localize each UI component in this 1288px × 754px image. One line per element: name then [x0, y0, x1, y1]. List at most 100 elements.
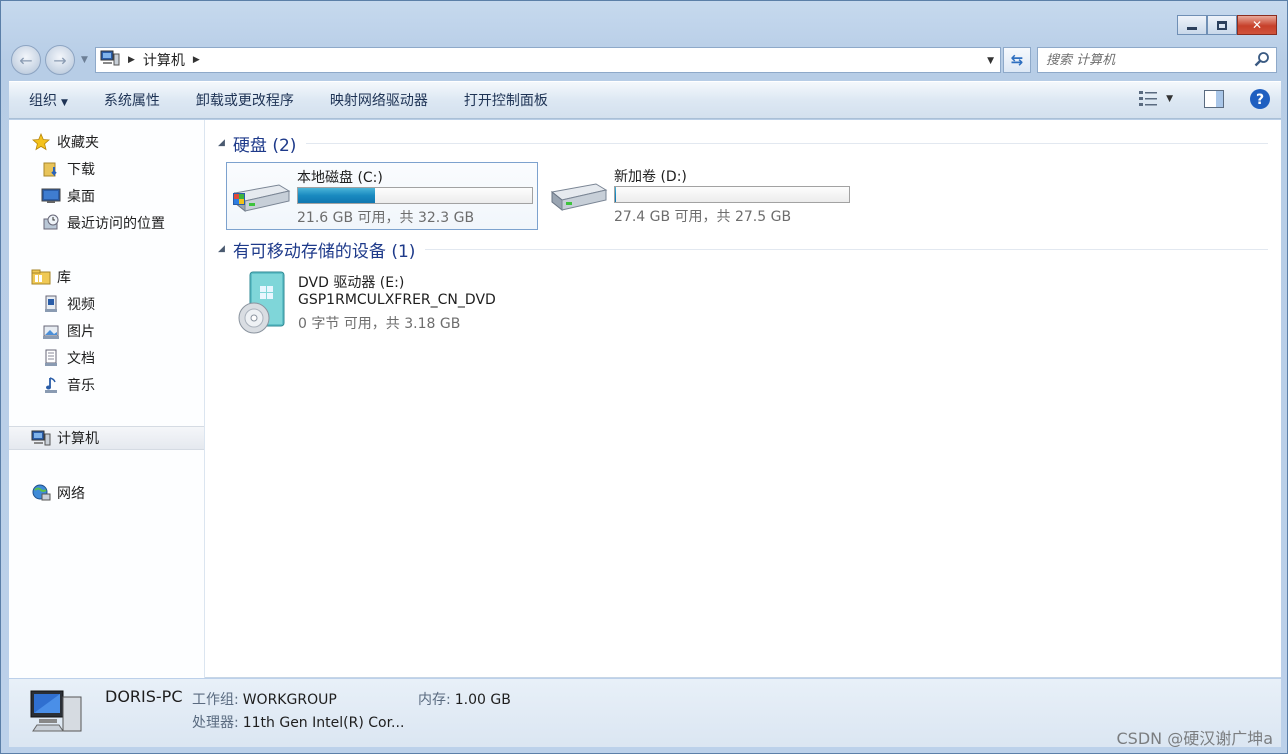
- sidebar-item-label: 网络: [57, 486, 85, 502]
- search-icon[interactable]: [1254, 51, 1270, 71]
- refresh-icon: ⇆: [1010, 51, 1024, 69]
- open-control-panel-button[interactable]: 打开控制面板: [446, 90, 566, 110]
- organize-menu[interactable]: 组织 ▼: [9, 90, 86, 110]
- sidebar-item-network[interactable]: 网络: [31, 481, 85, 505]
- memory-label: 内存:: [418, 692, 451, 708]
- address-dropdown-icon[interactable]: ▼: [987, 56, 994, 66]
- sidebar-item-computer[interactable]: 计算机: [9, 426, 204, 450]
- group-header-removable[interactable]: ◢ 有可移动存储的设备 (1): [218, 237, 1268, 262]
- sidebar-item-label: 文档: [67, 351, 95, 367]
- sidebar-item-label: 桌面: [67, 189, 95, 205]
- navigation-pane: 收藏夹 下载 桌面 最近访问的位置 库 视频 图片 文档 音乐 计算机 网络: [9, 120, 205, 678]
- sidebar-item-libraries[interactable]: 库: [31, 265, 71, 289]
- desktop-icon: [41, 187, 61, 205]
- dvd-drive-name: DVD 驱动器 (E:): [298, 275, 405, 291]
- drive-tile-d[interactable]: 新加卷 (D:) 27.4 GB 可用，共 27.5 GB: [544, 162, 856, 230]
- collapse-triangle-icon[interactable]: ◢: [218, 244, 225, 254]
- search-box: [1037, 47, 1277, 73]
- sidebar-item-label: 最近访问的位置: [67, 216, 165, 232]
- arrow-left-icon: ←: [19, 50, 33, 70]
- sidebar-item-label: 图片: [67, 324, 95, 340]
- group-header-hard-disks[interactable]: ◢ 硬盘 (2): [218, 131, 1268, 156]
- maximize-button[interactable]: [1207, 15, 1237, 35]
- drive-name: 新加卷 (D:): [614, 169, 687, 185]
- title-bar: ✕: [1, 1, 1287, 41]
- file-list: ◢ 硬盘 (2) 本地磁盘 (C:) 21.6 GB 可用，共 32.3 GB …: [206, 120, 1281, 678]
- details-pane: DORIS-PC 工作组: WORKGROUP 内存: 1.00 GB 处理器: 11…: [9, 679, 1281, 747]
- processor-info: 处理器: 11th Gen Intel(R) Cor...: [192, 712, 404, 732]
- back-button[interactable]: ←: [11, 45, 41, 75]
- hard-drive-icon: [548, 178, 608, 218]
- documents-icon: [41, 349, 61, 367]
- sidebar-item-documents[interactable]: 文档: [41, 346, 95, 370]
- sidebar-item-downloads[interactable]: 下载: [41, 157, 95, 181]
- help-icon: ?: [1250, 89, 1270, 109]
- breadcrumb-computer[interactable]: 计算机: [143, 50, 185, 70]
- close-button[interactable]: ✕: [1237, 15, 1277, 35]
- change-view-button[interactable]: [1138, 89, 1160, 109]
- drive-usage-fill: [298, 188, 376, 203]
- navigation-bar: ← → ▼ ▶ 计算机 ▶ ▼ ⇆: [9, 43, 1281, 77]
- sidebar-item-label: 库: [57, 270, 71, 286]
- sidebar-item-recent-places[interactable]: 最近访问的位置: [41, 211, 165, 235]
- address-bar[interactable]: ▶ 计算机 ▶ ▼: [95, 47, 1001, 73]
- watermark-text: CSDN @硬汉谢广坤a: [1116, 729, 1273, 748]
- pictures-icon: [41, 322, 61, 340]
- sidebar-item-label: 视频: [67, 297, 95, 313]
- dvd-volume-label: GSP1RMCULXFRER_CN_DVD: [298, 292, 496, 308]
- sidebar-item-videos[interactable]: 视频: [41, 292, 95, 316]
- uninstall-program-button[interactable]: 卸载或更改程序: [178, 90, 312, 110]
- computer-icon: [29, 687, 85, 739]
- group-divider: [425, 248, 1268, 250]
- recent-pages-dropdown[interactable]: ▼: [81, 55, 88, 65]
- downloads-folder-icon: [41, 160, 61, 178]
- computer-icon: [31, 429, 51, 447]
- help-button[interactable]: ?: [1249, 88, 1271, 110]
- minimize-icon: [1187, 26, 1197, 30]
- preview-pane-button[interactable]: [1203, 89, 1225, 109]
- arrow-right-icon: →: [53, 50, 67, 70]
- chevron-down-icon: ▼: [61, 98, 68, 108]
- forward-button[interactable]: →: [45, 45, 75, 75]
- drive-usage-bar: [297, 187, 533, 204]
- search-input[interactable]: [1046, 52, 1246, 68]
- sidebar-item-favorites[interactable]: 收藏夹: [31, 130, 99, 154]
- toolbar-right: ▼ ?: [1126, 88, 1271, 110]
- breadcrumb-chevron[interactable]: ▶: [193, 55, 200, 65]
- view-options-icon: [1139, 91, 1158, 106]
- workgroup-value: WORKGROUP: [242, 692, 337, 708]
- sidebar-item-pictures[interactable]: 图片: [41, 319, 95, 343]
- videos-icon: [41, 295, 61, 313]
- close-icon: ✕: [1251, 18, 1263, 32]
- sidebar-item-desktop[interactable]: 桌面: [41, 184, 95, 208]
- drive-tile-c[interactable]: 本地磁盘 (C:) 21.6 GB 可用，共 32.3 GB: [226, 162, 538, 230]
- drive-name: 本地磁盘 (C:): [297, 170, 383, 186]
- recent-places-icon: [41, 214, 61, 232]
- refresh-button[interactable]: ⇆: [1003, 47, 1031, 73]
- dvd-free-space: 0 字节 可用，共 3.18 GB: [298, 316, 461, 332]
- collapse-triangle-icon[interactable]: ◢: [218, 138, 225, 148]
- breadcrumb-separator[interactable]: ▶: [128, 55, 135, 65]
- sidebar-item-music[interactable]: 音乐: [41, 373, 95, 397]
- preview-pane-icon: [1204, 90, 1224, 108]
- workgroup-label: 工作组:: [192, 692, 239, 708]
- explorer-window: ✕ ← → ▼ ▶ 计算机 ▶ ▼ ⇆ 组织 ▼ 系统属性 卸载或更改程序 映射网…: [0, 0, 1288, 754]
- star-icon: [31, 133, 51, 151]
- drive-free-space: 21.6 GB 可用，共 32.3 GB: [297, 210, 475, 226]
- libraries-icon: [31, 268, 51, 286]
- maximize-icon: [1217, 20, 1227, 30]
- computer-icon: [100, 50, 120, 70]
- memory-info: 内存: 1.00 GB: [418, 689, 511, 709]
- map-network-drive-button[interactable]: 映射网络驱动器: [312, 90, 446, 110]
- dvd-drive-tile[interactable]: DVD 驱动器 (E:) GSP1RMCULXFRER_CN_DVD 0 字节 …: [228, 268, 628, 338]
- sidebar-item-label: 收藏夹: [57, 135, 99, 151]
- network-icon: [31, 484, 51, 502]
- drive-usage-bar: [614, 186, 850, 203]
- minimize-button[interactable]: [1177, 15, 1207, 35]
- group-divider: [306, 142, 1268, 144]
- music-icon: [41, 376, 61, 394]
- view-dropdown-icon[interactable]: ▼: [1166, 94, 1173, 104]
- computer-name: DORIS-PC: [105, 687, 183, 706]
- workgroup-info: 工作组: WORKGROUP: [192, 689, 337, 709]
- system-properties-button[interactable]: 系统属性: [86, 90, 178, 110]
